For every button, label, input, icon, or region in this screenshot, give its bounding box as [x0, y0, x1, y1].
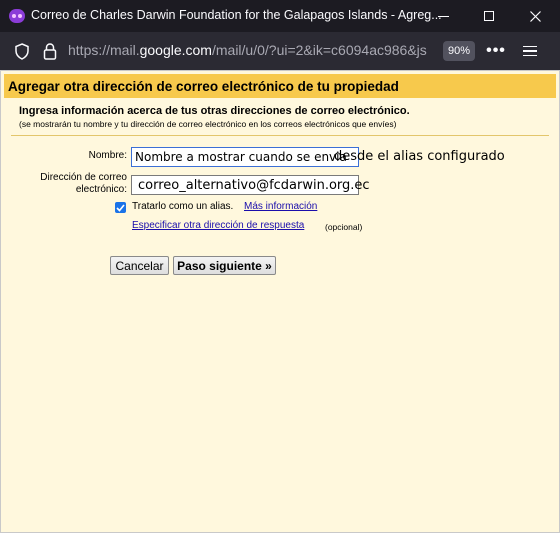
cancel-button[interactable]: Cancelar: [110, 256, 169, 275]
email-label-line1: Dirección de correo: [40, 172, 127, 183]
alias-label: Tratarlo como un alias.: [132, 201, 234, 212]
reply-address-link[interactable]: Especificar otra dirección de respuesta: [132, 220, 304, 231]
close-icon: [529, 10, 541, 22]
divider: [11, 135, 549, 136]
check-icon: [116, 203, 125, 212]
url-path: /mail/u/0/?ui=2&ik=c6094ac986&js: [211, 42, 427, 58]
optional-note: (opcional): [325, 222, 363, 232]
maximize-button[interactable]: [466, 0, 512, 32]
more-icon[interactable]: •••: [486, 41, 506, 61]
browser-navbar: https://mail.google.com/mail/u/0/?ui=2&i…: [0, 32, 560, 70]
intro-text: Ingresa información acerca de tus otras …: [19, 105, 410, 117]
address-bar[interactable]: https://mail.google.com/mail/u/0/?ui=2&i…: [68, 42, 436, 58]
minimize-icon: [437, 15, 449, 17]
window-titlebar: Correo de Charles Darwin Foundation for …: [0, 0, 560, 32]
intro-subtext: (se mostrarán tu nombre y tu dirección d…: [19, 119, 397, 129]
zoom-level-badge[interactable]: 90%: [443, 41, 475, 61]
add-address-dialog: Agregar otra dirección de correo electró…: [0, 70, 560, 533]
nombre-input[interactable]: Nombre a mostrar cuando se envia: [131, 147, 359, 167]
email-label-line2: electrónico:: [75, 184, 127, 195]
url-prefix: https://mail.: [68, 42, 140, 58]
nombre-label: Nombre:: [88, 150, 127, 161]
nombre-overflow-text: desde el alias configurado: [334, 149, 505, 164]
url-domain: google.com: [139, 42, 212, 58]
close-button[interactable]: [512, 0, 558, 32]
maximize-icon: [484, 11, 494, 21]
email-input[interactable]: correo_alternativo@fcdarwin.org.ec: [131, 175, 370, 195]
window-title: Correo de Charles Darwin Foundation for …: [31, 8, 442, 22]
browser-app-icon: [9, 9, 25, 23]
email-label: Dirección de correo electrónico:: [40, 172, 127, 196]
next-step-button[interactable]: Paso siguiente »: [173, 256, 276, 275]
lock-icon[interactable]: [40, 41, 60, 61]
hamburger-menu-icon[interactable]: [520, 41, 540, 61]
shield-icon[interactable]: [12, 41, 32, 61]
page-title: Agregar otra dirección de correo electró…: [8, 79, 399, 94]
more-info-link[interactable]: Más información: [244, 201, 317, 212]
minimize-button[interactable]: [420, 0, 466, 32]
alias-checkbox[interactable]: [115, 202, 126, 213]
